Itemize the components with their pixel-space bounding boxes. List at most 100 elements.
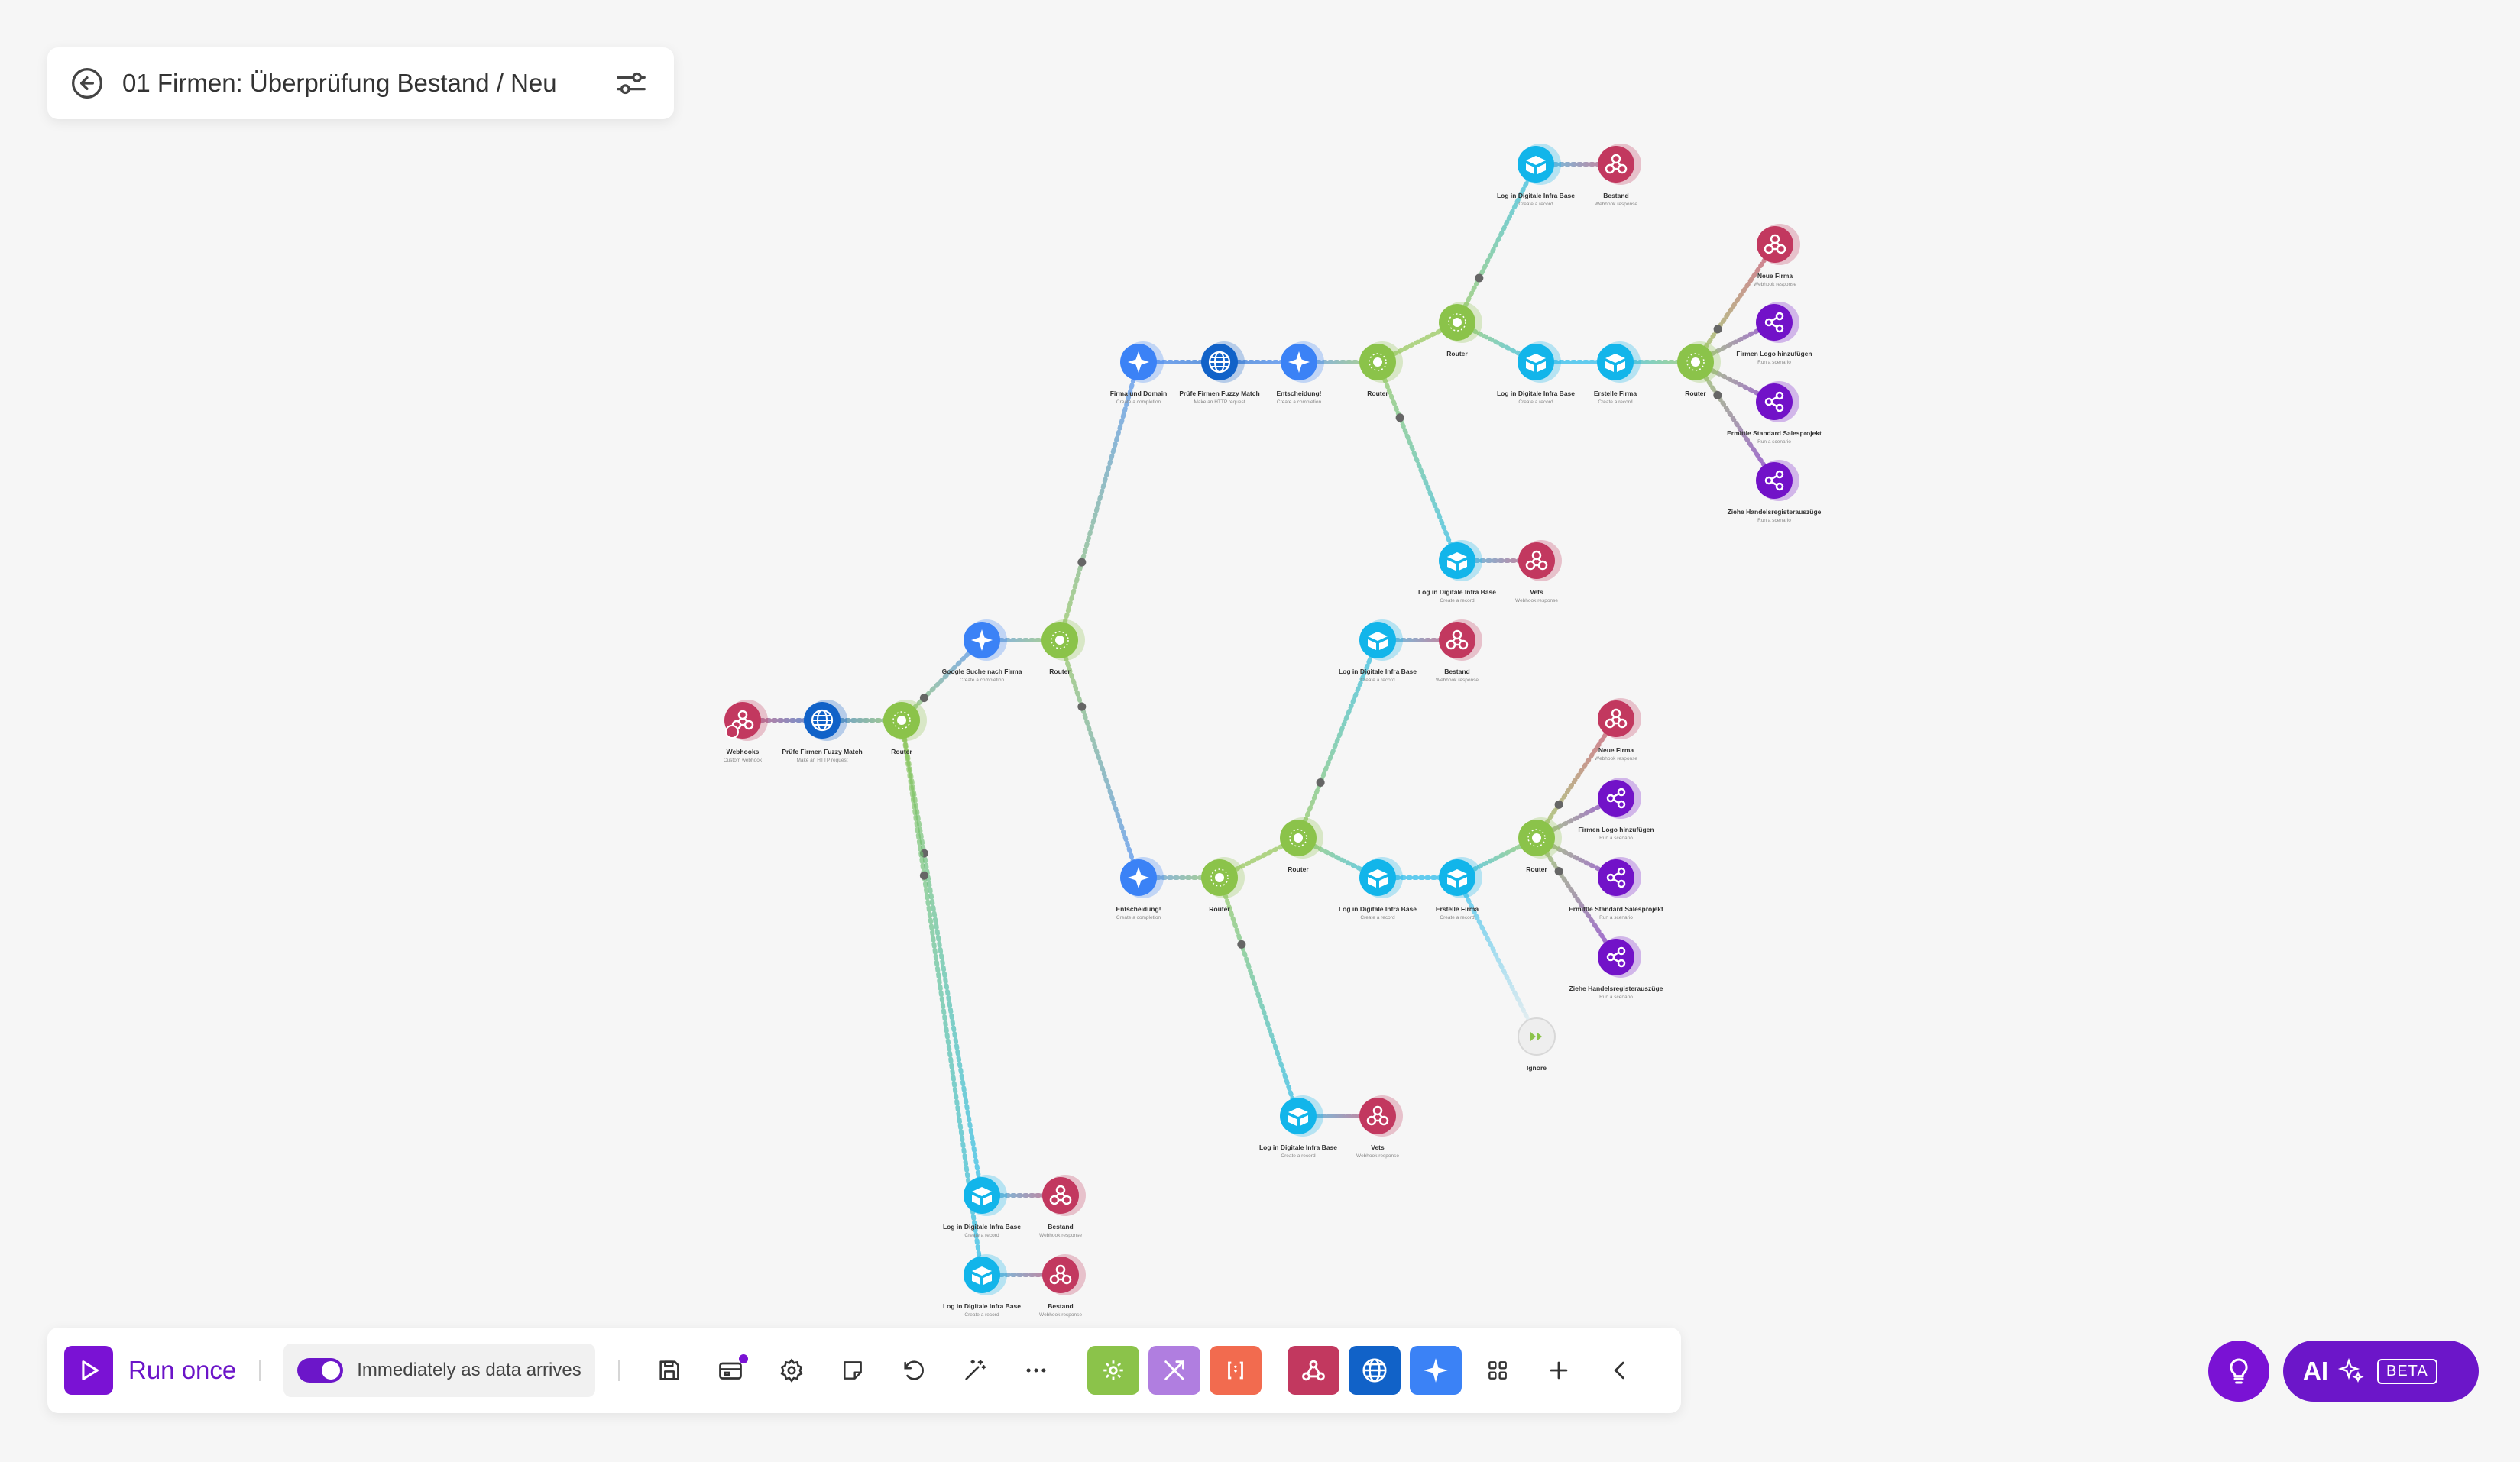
module-n23[interactable]: Router — [1201, 857, 1245, 913]
module-n28[interactable]: Erstelle Firma Create a record — [1436, 857, 1482, 920]
filter-dot-icon[interactable] — [1395, 413, 1404, 422]
module-n9[interactable]: Router — [1359, 341, 1403, 397]
module-n40[interactable]: Bestand Webhook response — [1039, 1254, 1086, 1318]
connection-line[interactable] — [1455, 875, 1539, 1039]
filter-dot-icon[interactable] — [1077, 702, 1087, 711]
module-bubble[interactable] — [1598, 146, 1634, 183]
scenario-canvas[interactable]: Webhooks Custom webhook Prüfe Firmen Fuzzy… — [0, 0, 2520, 1462]
filter-dot-icon[interactable] — [1475, 273, 1484, 283]
module-n7[interactable]: Prüfe Firmen Fuzzy Match Make an HTTP req… — [1179, 341, 1260, 405]
module-n17[interactable]: Firmen Logo hinzufügen Run a scenario — [1736, 302, 1812, 365]
module-label: Log in Digitale Infra Base — [1259, 1143, 1337, 1151]
filter-dot-icon[interactable] — [1316, 778, 1325, 787]
module-n38[interactable]: Bestand Webhook response — [1039, 1175, 1086, 1238]
plus-icon — [1550, 1361, 1568, 1380]
module-n36[interactable]: Vets Webhook response — [1356, 1095, 1403, 1159]
module-bubble[interactable] — [1598, 780, 1634, 817]
ai-app-button[interactable] — [1409, 1346, 1462, 1395]
scenario-title[interactable]: 01 Firmen: Überprüfung Bestand / Neu — [122, 69, 610, 98]
more-options-button[interactable] — [1009, 1344, 1063, 1397]
filter-dot-icon[interactable] — [1554, 800, 1563, 809]
module-n27[interactable]: Log in Digitale Infra Base Create a recor… — [1339, 857, 1417, 920]
module-bubble[interactable] — [1042, 1177, 1079, 1214]
schedule-clock-icon[interactable] — [725, 725, 739, 739]
notes-button[interactable] — [826, 1344, 879, 1397]
filter-dot-icon[interactable] — [919, 694, 928, 703]
module-n35[interactable]: Log in Digitale Infra Base Create a recor… — [1259, 1095, 1337, 1159]
connection-line[interactable] — [1217, 875, 1300, 1118]
module-n5[interactable]: Router — [1041, 619, 1085, 675]
module-n32[interactable]: Ermittle Standard Salesprojekt Run a scen… — [1569, 857, 1663, 920]
collapse-toolbar-button[interactable] — [1593, 1344, 1647, 1397]
module-n8[interactable]: Entscheidung! Create a completion — [1276, 341, 1324, 405]
module-bubble[interactable] — [1756, 304, 1793, 341]
scenario-settings-gear-button[interactable] — [765, 1344, 818, 1397]
globe-icon — [1362, 1358, 1387, 1383]
module-n25[interactable]: Log in Digitale Infra Base Create a recor… — [1339, 619, 1417, 683]
module-n16[interactable]: Neue Firma Webhook response — [1754, 224, 1800, 287]
module-bubble[interactable] — [1756, 462, 1793, 499]
module-n39[interactable]: Log in Digitale Infra Base Create a recor… — [943, 1254, 1021, 1318]
module-bubble[interactable] — [1518, 542, 1555, 579]
connection-line[interactable] — [1058, 638, 1141, 880]
tools-button[interactable] — [1148, 1346, 1200, 1395]
module-bubble[interactable] — [1598, 700, 1634, 737]
module-n19[interactable]: Ziehe Handelsregisterauszüge Run a scenar… — [1728, 460, 1822, 523]
module-n12[interactable]: Bestand Webhook response — [1595, 144, 1641, 207]
schedule-switch[interactable] — [297, 1358, 344, 1383]
connection-line[interactable] — [1375, 360, 1459, 563]
auto-align-button[interactable] — [948, 1344, 1002, 1397]
module-bubble[interactable] — [1757, 226, 1793, 263]
save-button[interactable] — [643, 1344, 696, 1397]
module-bubble[interactable] — [1439, 622, 1475, 658]
module-n14[interactable]: Erstelle Firma Create a record — [1594, 341, 1641, 405]
module-n37[interactable]: Log in Digitale Infra Base Create a recor… — [943, 1175, 1021, 1238]
module-n13[interactable]: Log in Digitale Infra Base Create a recor… — [1497, 341, 1575, 405]
module-n4[interactable]: Google Suche nach Firma Create a completi… — [942, 619, 1022, 683]
module-sublabel: Run a scenario — [1599, 836, 1633, 841]
all-apps-button[interactable] — [1471, 1344, 1524, 1397]
run-once-button[interactable]: Run once — [64, 1346, 236, 1395]
scheduling-button[interactable] — [704, 1344, 757, 1397]
undo-button[interactable] — [887, 1344, 941, 1397]
module-bubble[interactable] — [1598, 859, 1634, 896]
module-n18[interactable]: Ermittle Standard Salesprojekt Run a scen… — [1727, 381, 1822, 445]
module-n26[interactable]: Bestand Webhook response — [1436, 619, 1482, 683]
hints-button[interactable] — [2208, 1341, 2269, 1402]
flow-control-button[interactable] — [1087, 1346, 1139, 1395]
module-sublabel: Create a completion — [1116, 915, 1161, 920]
http-app-button[interactable] — [1348, 1346, 1401, 1395]
connection-line[interactable] — [1455, 162, 1538, 325]
filter-dot-icon[interactable] — [1713, 390, 1722, 399]
module-bubble[interactable] — [1042, 1257, 1079, 1293]
ai-assistant-button[interactable]: AI BETA — [2283, 1341, 2479, 1402]
schedule-toggle[interactable]: Immediately as data arrives — [283, 1344, 595, 1397]
module-n6[interactable]: Firma und Domain Create a completion — [1110, 341, 1168, 405]
scenario-settings-button[interactable] — [610, 62, 653, 105]
module-n10[interactable]: Router — [1439, 302, 1482, 357]
module-n11[interactable]: Log in Digitale Infra Base Create a recor… — [1497, 144, 1575, 207]
webhooks-app-button[interactable] — [1287, 1346, 1339, 1395]
module-n20[interactable]: Log in Digitale Infra Base Create a recor… — [1418, 540, 1496, 603]
module-bubble[interactable] — [1598, 939, 1634, 975]
run-once-label: Run once — [128, 1356, 237, 1384]
module-n2[interactable]: Prüfe Firmen Fuzzy Match Make an HTTP req… — [782, 700, 863, 763]
filter-dot-icon[interactable] — [1077, 558, 1087, 567]
filter-dot-icon[interactable] — [1713, 325, 1722, 334]
module-n3[interactable]: Router — [883, 700, 927, 755]
module-n33[interactable]: Ziehe Handelsregisterauszüge Run a scenar… — [1569, 936, 1663, 1000]
filter-dot-icon[interactable] — [1237, 940, 1246, 949]
module-n30[interactable]: Neue Firma Webhook response — [1595, 698, 1641, 762]
add-module-button[interactable] — [1532, 1344, 1586, 1397]
module-n21[interactable]: Vets Webhook response — [1515, 540, 1562, 603]
back-button[interactable] — [69, 65, 105, 102]
text-parser-button[interactable] — [1209, 1346, 1262, 1395]
filter-dot-icon[interactable] — [1554, 867, 1563, 876]
filter-dot-icon[interactable] — [919, 871, 928, 880]
module-n24[interactable]: Router — [1280, 817, 1323, 873]
module-n1[interactable]: Webhooks Custom webhook — [724, 700, 768, 763]
module-n22[interactable]: Entscheidung! Create a completion — [1116, 857, 1164, 920]
module-bubble[interactable] — [1756, 383, 1793, 420]
module-n34[interactable]: Ignore — [1518, 1017, 1556, 1072]
module-bubble[interactable] — [1359, 1098, 1396, 1134]
